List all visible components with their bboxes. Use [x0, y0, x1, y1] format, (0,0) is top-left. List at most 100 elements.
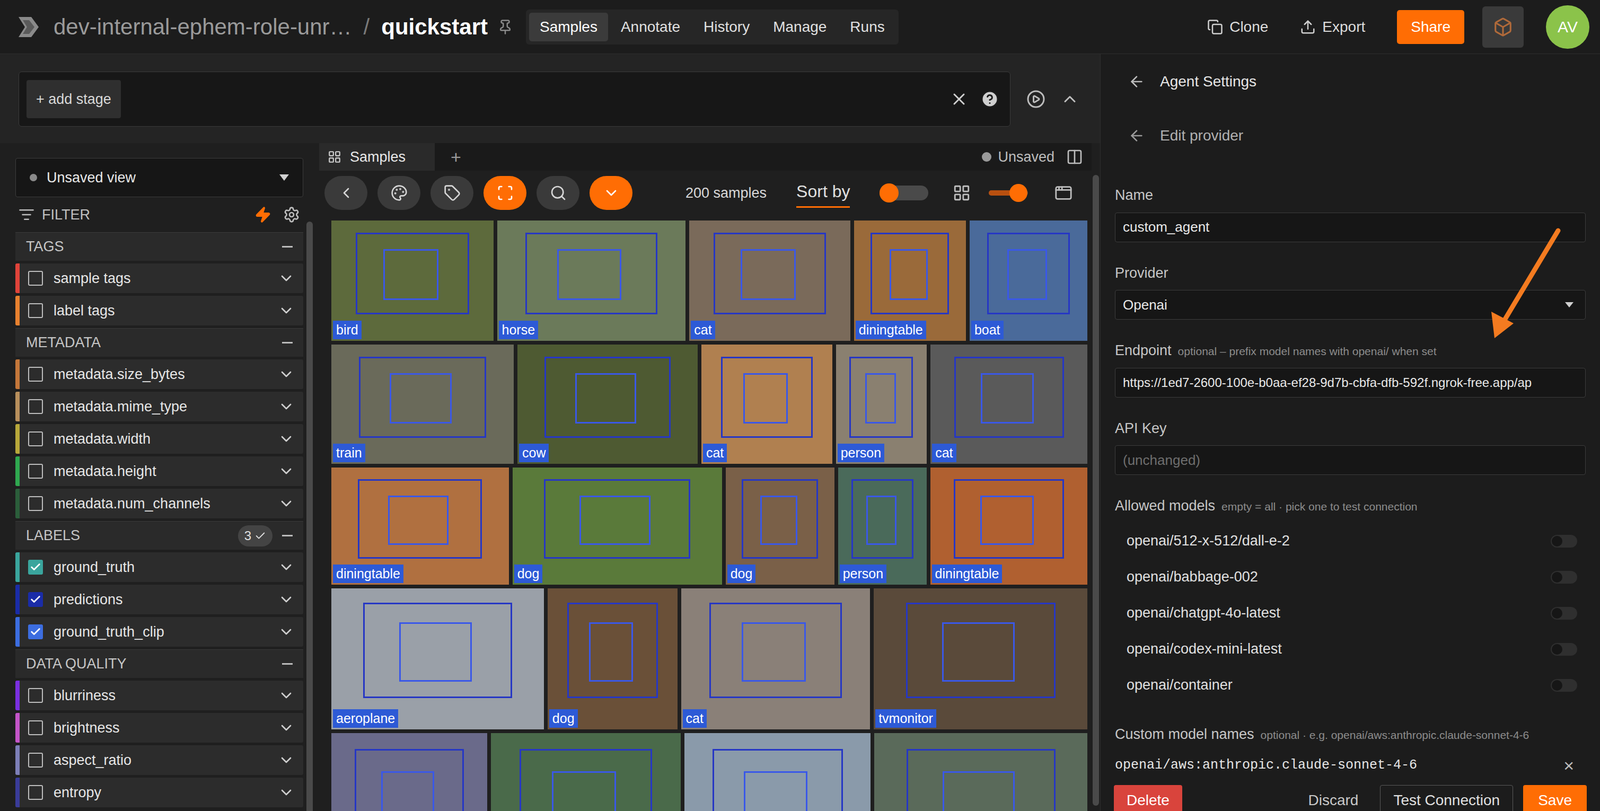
- window-icon[interactable]: [1054, 183, 1073, 202]
- app-button[interactable]: [1482, 6, 1524, 48]
- expand-icon[interactable]: [277, 269, 295, 287]
- palette-tool-button[interactable]: [377, 176, 421, 210]
- sample-tile[interactable]: dog: [725, 467, 835, 585]
- view-selector[interactable]: Unsaved view: [15, 157, 304, 198]
- select-tool-button[interactable]: [483, 176, 527, 210]
- avatar[interactable]: AV: [1545, 5, 1590, 49]
- sample-tile[interactable]: cat: [681, 588, 871, 730]
- sample-tile[interactable]: aeroplane: [331, 588, 544, 730]
- expand-icon[interactable]: [277, 430, 295, 448]
- nav-tab[interactable]: Manage: [762, 12, 838, 42]
- expand-icon[interactable]: [277, 365, 295, 383]
- filter-item[interactable]: metadata.height: [15, 456, 304, 487]
- item-checkbox[interactable]: [28, 366, 43, 382]
- expand-icon[interactable]: [277, 398, 295, 416]
- settings-icon[interactable]: [283, 206, 301, 224]
- tag-tool-button[interactable]: [430, 176, 474, 210]
- collapse-icon[interactable]: [282, 663, 293, 665]
- model-toggle[interactable]: [1550, 534, 1578, 548]
- zoom-slider[interactable]: [988, 190, 1028, 196]
- expand-icon[interactable]: [277, 784, 295, 802]
- endpoint-input[interactable]: https://1ed7-2600-100e-b0aa-ef28-9d7b-cb…: [1114, 367, 1586, 398]
- samples-tab[interactable]: Samples: [319, 143, 435, 171]
- expand-icon[interactable]: [277, 687, 295, 705]
- sample-tile[interactable]: tvmonitor: [873, 588, 1088, 730]
- expand-icon[interactable]: [277, 462, 295, 480]
- filter-item[interactable]: metadata.width: [15, 424, 304, 454]
- back-icon[interactable]: [1128, 73, 1146, 91]
- sample-tile[interactable]: person: [838, 467, 927, 585]
- item-checkbox[interactable]: [28, 752, 43, 768]
- filter-item[interactable]: blurriness: [15, 680, 304, 711]
- sample-tile[interactable]: horse: [497, 220, 687, 341]
- model-toggle[interactable]: [1550, 643, 1578, 656]
- filter-item[interactable]: aspect_ratio: [15, 745, 304, 776]
- grid-scrollbar[interactable]: [1092, 174, 1100, 806]
- section-header[interactable]: METADATA: [15, 328, 304, 357]
- more-tool-button[interactable]: [589, 176, 633, 210]
- expand-icon[interactable]: [277, 719, 295, 737]
- sample-tile[interactable]: bird: [331, 220, 494, 341]
- item-checkbox[interactable]: [28, 624, 43, 640]
- collapse-icon[interactable]: [282, 341, 293, 344]
- custom-model-item[interactable]: openai/aws:anthropic.claude-sonnet-4-6×: [1114, 751, 1586, 780]
- filter-item[interactable]: sample tags: [15, 263, 304, 294]
- nav-tab[interactable]: Samples: [529, 12, 609, 42]
- sample-tile[interactable]: dog: [547, 588, 678, 730]
- dataset-name[interactable]: quickstart: [381, 10, 488, 44]
- sample-tile[interactable]: [684, 733, 872, 811]
- help-icon[interactable]: [980, 89, 1000, 109]
- expand-icon[interactable]: [277, 751, 295, 769]
- model-item[interactable]: openai/codex-mini-latest: [1114, 631, 1586, 668]
- org-name[interactable]: dev-internal-ephem-role-unr…: [53, 10, 353, 44]
- provider-select[interactable]: Openai: [1114, 289, 1586, 320]
- share-button[interactable]: Share: [1396, 10, 1465, 45]
- sample-tile[interactable]: train: [331, 344, 514, 464]
- item-checkbox[interactable]: [28, 431, 43, 447]
- filter-item[interactable]: brightness: [15, 713, 304, 743]
- delete-button[interactable]: Delete: [1113, 785, 1183, 811]
- grid-view-icon[interactable]: [952, 183, 971, 202]
- pin-icon[interactable]: [497, 19, 514, 35]
- sample-tile[interactable]: cat: [930, 344, 1088, 464]
- filter-item[interactable]: metadata.num_channels: [15, 488, 304, 519]
- test-connection-button[interactable]: Test Connection: [1379, 785, 1514, 811]
- sample-tile[interactable]: [490, 733, 681, 811]
- filter-item[interactable]: ground_truth_clip: [15, 617, 304, 647]
- save-button[interactable]: Save: [1523, 785, 1587, 811]
- expand-icon[interactable]: [277, 495, 295, 513]
- sample-tile[interactable]: person: [836, 344, 927, 464]
- model-toggle[interactable]: [1550, 679, 1578, 692]
- item-checkbox[interactable]: [28, 303, 43, 319]
- sample-tile[interactable]: cat: [689, 220, 851, 341]
- remove-model-button[interactable]: ×: [1563, 752, 1575, 780]
- filter-item[interactable]: label tags: [15, 295, 304, 326]
- sample-tile[interactable]: dog: [512, 467, 723, 585]
- nav-tab[interactable]: Annotate: [610, 12, 691, 42]
- filter-item[interactable]: predictions: [15, 584, 304, 615]
- sample-tile[interactable]: diningtable: [331, 467, 509, 585]
- model-item[interactable]: openai/container: [1114, 667, 1586, 704]
- filter-item[interactable]: ground_truth: [15, 552, 304, 583]
- clone-button[interactable]: Clone: [1207, 15, 1269, 39]
- expand-icon[interactable]: [277, 591, 295, 609]
- api-key-input[interactable]: (unchanged): [1114, 445, 1586, 476]
- toggle-switch[interactable]: [879, 185, 929, 201]
- sample-tile[interactable]: diningtable: [854, 220, 966, 341]
- expand-icon[interactable]: [277, 623, 295, 641]
- sample-tile[interactable]: cat: [701, 344, 833, 464]
- add-stage-button[interactable]: + add stage: [26, 80, 121, 119]
- back-tool-button[interactable]: [324, 176, 368, 210]
- sample-tile[interactable]: boat: [969, 220, 1088, 341]
- clear-icon[interactable]: [949, 89, 969, 109]
- filter-item[interactable]: entropy: [15, 777, 304, 808]
- sidebar-scrollbar[interactable]: [306, 221, 313, 811]
- item-checkbox[interactable]: [28, 720, 43, 736]
- collapse-icon[interactable]: [282, 534, 293, 537]
- export-button[interactable]: Export: [1299, 15, 1366, 39]
- section-header[interactable]: DATA QUALITY: [15, 649, 304, 679]
- collapse-icon[interactable]: [282, 245, 293, 248]
- add-tab-button[interactable]: +: [450, 143, 462, 171]
- sample-tile[interactable]: [874, 733, 1088, 811]
- model-toggle[interactable]: [1550, 607, 1578, 620]
